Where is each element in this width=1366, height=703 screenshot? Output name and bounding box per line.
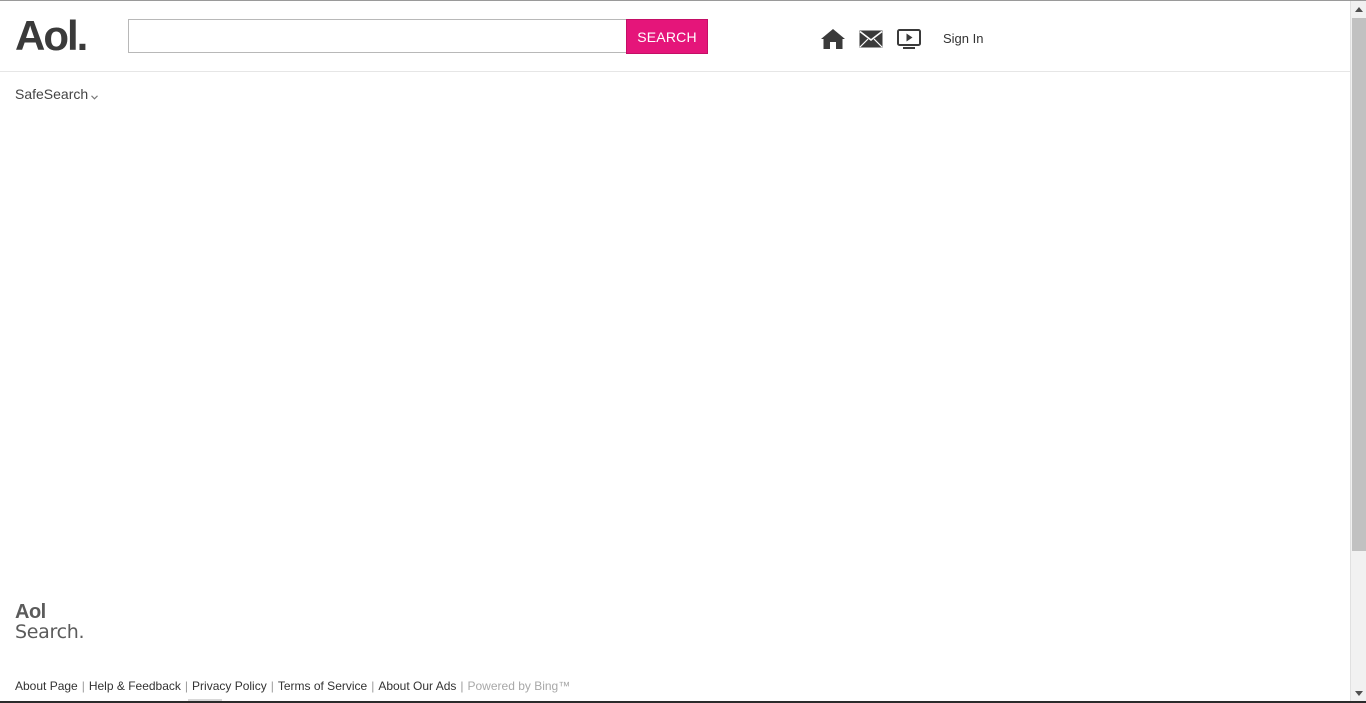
footer-link-privacy[interactable]: Privacy Policy [192, 679, 267, 693]
footer-link-terms[interactable]: Terms of Service [278, 679, 367, 693]
home-icon[interactable] [820, 27, 846, 51]
aol-logo[interactable]: Aol. [15, 13, 88, 59]
footer-link-ads[interactable]: About Our Ads [378, 679, 456, 693]
browser-viewport: Aol. SEARCH Sign In SafeSearch Aol Searc… [0, 0, 1366, 703]
footer-link-help[interactable]: Help & Feedback [89, 679, 181, 693]
chevron-down-icon [91, 87, 99, 103]
sign-in-link[interactable]: Sign In [943, 31, 983, 46]
scroll-down-arrow-icon[interactable] [1351, 685, 1366, 701]
mail-icon[interactable] [858, 27, 884, 51]
aol-search-logo: Aol Search. [15, 601, 85, 643]
search-input[interactable] [128, 19, 626, 53]
footer-links: About Page | Help & Feedback | Privacy Polic… [15, 679, 571, 693]
scrollbar-thumb[interactable] [1352, 18, 1366, 551]
safesearch-dropdown[interactable]: SafeSearch [15, 85, 99, 103]
safesearch-label: SafeSearch [15, 86, 89, 102]
video-icon[interactable] [896, 27, 922, 51]
scroll-up-arrow-icon[interactable] [1351, 1, 1366, 17]
vertical-scrollbar[interactable] [1350, 1, 1366, 701]
bottom-edge-tab [188, 699, 222, 701]
search-button[interactable]: SEARCH [626, 19, 708, 54]
powered-by-text: Powered by Bing™ [467, 679, 571, 693]
footer-link-about[interactable]: About Page [15, 679, 78, 693]
top-header: Aol. SEARCH Sign In [0, 1, 1350, 72]
